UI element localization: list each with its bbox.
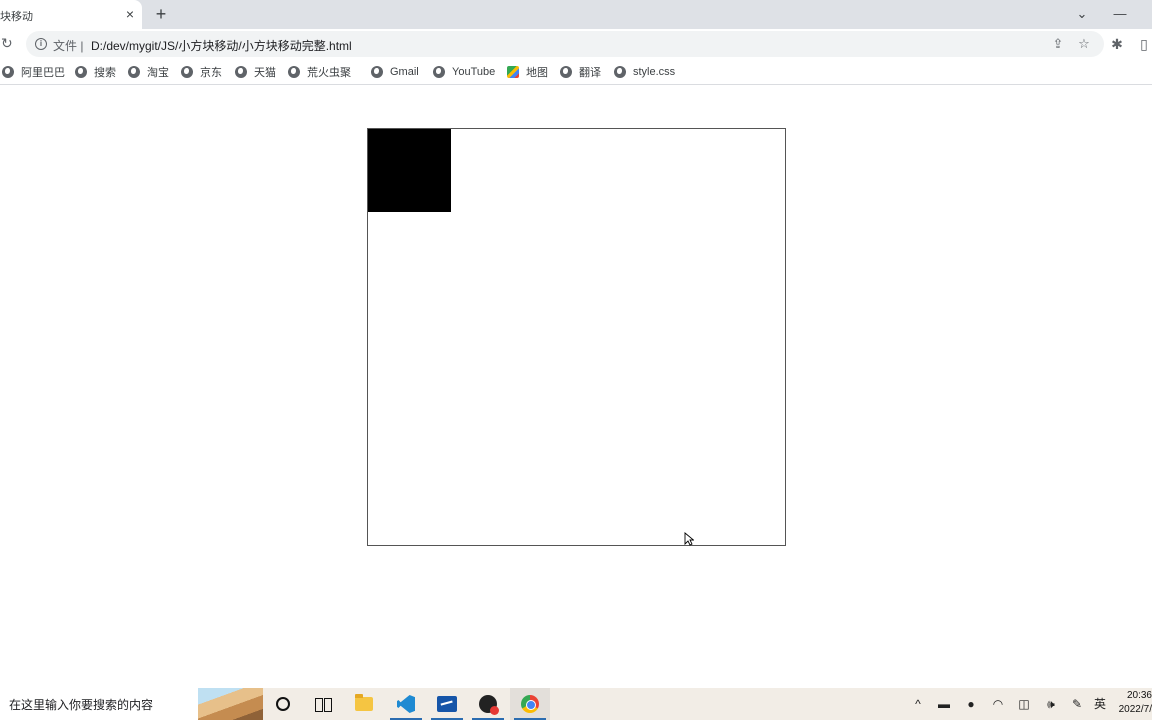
minimize-icon[interactable]: — (1110, 5, 1130, 23)
bookmark-translate[interactable]: 翻译 (560, 64, 601, 80)
container-box (367, 128, 786, 546)
whiteboard-icon (437, 696, 457, 712)
globe-icon (2, 66, 14, 78)
cortana-icon (276, 697, 290, 711)
taskbar-search-box[interactable]: 在这里输入你要搜索的内容 (0, 688, 263, 720)
bookmark-label: Gmail (390, 66, 419, 78)
mouse-cursor-icon (684, 532, 694, 546)
bookmark-label: style.css (633, 66, 676, 78)
bookmark-youtube[interactable]: YouTube (433, 64, 495, 80)
chrome-button[interactable] (510, 688, 550, 720)
clock-date: 2022/7/ (1118, 704, 1152, 715)
task-view-button[interactable] (303, 688, 343, 720)
clock-time: 20:36 (1126, 690, 1152, 701)
bookmark-style-css[interactable]: style.css (614, 64, 675, 80)
share-icon[interactable]: ⇪ (1051, 37, 1065, 51)
recorder-icon (479, 695, 499, 715)
wifi-icon[interactable]: ◠ (990, 696, 1006, 712)
address-bar[interactable]: i 文件 | D:/dev/mygit/JS/小方块移动/小方块移动完整.htm… (26, 31, 1104, 57)
bookmark-label: 翻译 (579, 67, 601, 79)
tab-strip: 块移动 × + ⌄ — (0, 0, 1152, 29)
tab-search-chevron-icon[interactable]: ⌄ (1072, 5, 1092, 23)
ime-indicator[interactable]: 英 (1092, 696, 1108, 712)
chrome-icon (521, 695, 539, 713)
bookmark-jd[interactable]: 京东 (181, 64, 222, 80)
globe-icon (288, 66, 300, 78)
folder-icon (355, 694, 373, 711)
bookmark-alibaba[interactable]: 阿里巴巴 (2, 64, 65, 80)
movable-square[interactable] (368, 129, 451, 212)
windows-taskbar: 在这里输入你要搜索的内容 ^ ▬ ● ◠ ◫ 🕪 ✎ 英 20:36 2022/… (0, 688, 1152, 720)
close-tab-icon[interactable]: × (122, 6, 138, 22)
clock[interactable]: 20:36 2022/7/ (1110, 689, 1152, 717)
bookmark-gmail[interactable]: Gmail (371, 64, 419, 80)
file-scheme-label: 文件 | (53, 39, 84, 53)
search-placeholder[interactable]: 在这里输入你要搜索的内容 (9, 696, 153, 713)
bookmark-label: YouTube (452, 66, 496, 78)
bookmark-taobao[interactable]: 淘宝 (128, 64, 169, 80)
site-info-icon[interactable]: i (35, 38, 47, 50)
browser-tab[interactable]: 块移动 × (0, 0, 142, 29)
globe-icon (128, 66, 140, 78)
show-hidden-icons-chevron-icon[interactable]: ^ (910, 696, 926, 712)
pen-icon[interactable]: ✎ (1069, 696, 1085, 712)
task-view-icon (315, 698, 332, 712)
cortana-button[interactable] (263, 688, 303, 720)
bookmarks-bar: 阿里巴巴 搜索 淘宝 京东 天猫 荒火虫聚 Gmail YouTube 地图 翻… (0, 59, 1152, 85)
page-viewport (0, 86, 1152, 688)
vscode-button[interactable] (386, 688, 426, 720)
security-icon[interactable]: ◫ (1016, 696, 1032, 712)
vscode-icon (397, 695, 415, 713)
tab-title: 块移动 (0, 11, 33, 23)
bookmark-maps[interactable]: 地图 (507, 64, 548, 80)
globe-icon (371, 66, 383, 78)
whiteboard-app-button[interactable] (427, 688, 467, 720)
bookmark-label: 荒火虫聚 (307, 67, 351, 79)
browser-toolbar: ↻ i 文件 | D:/dev/mygit/JS/小方块移动/小方块移动完整.h… (0, 29, 1152, 59)
bookmark-firefly[interactable]: 荒火虫聚 (288, 64, 351, 80)
search-highlight-image (198, 688, 263, 720)
bookmark-label: 淘宝 (147, 67, 169, 79)
bookmark-tmall[interactable]: 天猫 (235, 64, 276, 80)
screen-recorder-button[interactable] (468, 688, 508, 720)
bookmark-label: 天猫 (254, 67, 276, 79)
bookmark-label: 京东 (200, 67, 222, 79)
url-text[interactable]: D:/dev/mygit/JS/小方块移动/小方块移动完整.html (91, 37, 352, 54)
globe-icon (75, 66, 87, 78)
map-icon (507, 66, 519, 78)
microphone-icon[interactable]: ● (963, 696, 979, 712)
reload-icon[interactable]: ↻ (1, 35, 17, 51)
globe-icon (235, 66, 247, 78)
globe-icon (614, 66, 626, 78)
volume-icon[interactable]: 🕪 (1043, 696, 1059, 712)
new-tab-icon[interactable]: + (152, 5, 170, 23)
side-panel-icon[interactable]: ▯ (1136, 36, 1152, 52)
bookmark-search[interactable]: 搜索 (75, 64, 116, 80)
bookmark-label: 阿里巴巴 (21, 67, 65, 79)
bookmark-star-icon[interactable]: ☆ (1077, 37, 1091, 51)
globe-icon (560, 66, 572, 78)
bookmark-label: 地图 (526, 67, 548, 79)
battery-icon[interactable]: ▬ (936, 696, 952, 712)
file-explorer-button[interactable] (344, 688, 384, 720)
globe-icon (181, 66, 193, 78)
globe-icon (433, 66, 445, 78)
bookmark-label: 搜索 (94, 67, 116, 79)
extensions-icon[interactable]: ✱ (1109, 36, 1125, 52)
